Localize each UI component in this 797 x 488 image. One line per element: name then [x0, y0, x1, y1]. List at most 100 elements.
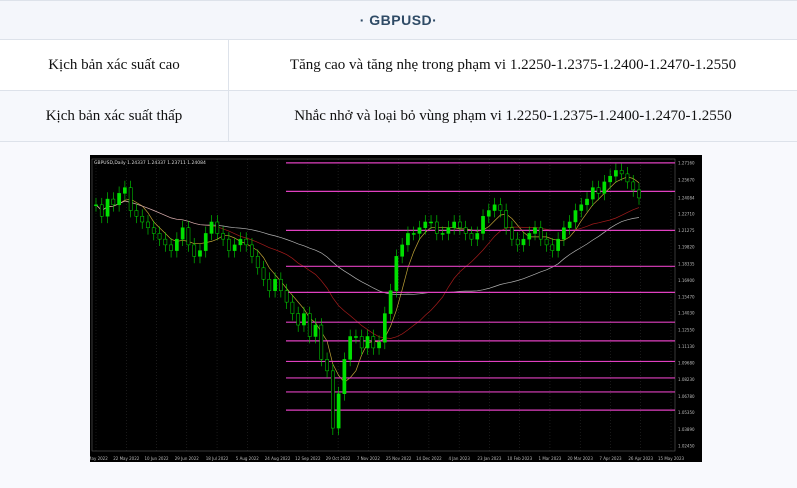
table-row: Kịch bản xác suất thấp Nhắc nhở và loại … [0, 90, 797, 142]
candle-body [163, 238, 168, 246]
candle-body [105, 198, 110, 217]
candle-body [631, 181, 636, 191]
page-title: · GBPUSD· [359, 12, 438, 28]
candle-body [567, 221, 572, 228]
candle-body [608, 175, 612, 183]
y-tick-label: 1.11130 [678, 344, 695, 349]
candle-body [215, 221, 220, 234]
candle-body [538, 227, 543, 240]
y-tick-label: 1.27160 [678, 160, 695, 165]
candle-body [394, 256, 399, 291]
chart-title: GBPUSD,Daily 1.24337 1.24337 1.23711 1.2… [94, 160, 206, 166]
candle-body [446, 227, 451, 234]
candle-body [498, 204, 503, 211]
candle-body [486, 210, 491, 217]
y-tick-label: 1.08230 [678, 377, 695, 382]
x-tick-label: 23 Jan 2023 [477, 456, 501, 461]
candle-body [203, 233, 208, 251]
candle-body [619, 170, 624, 175]
x-tick-label: 10 Jun 2022 [144, 456, 169, 461]
candle-body [261, 267, 266, 280]
candle-body [585, 198, 589, 206]
candle-body [330, 370, 335, 429]
candle-body [169, 244, 173, 251]
candle-body [238, 238, 243, 246]
scenario-text: Tăng cao và tăng nhẹ trong phạm vi 1.225… [228, 40, 797, 91]
x-tick-label: 1 Mar 2023 [539, 456, 562, 461]
candle-body [354, 336, 358, 338]
candle-body [388, 290, 393, 314]
candle-body [590, 187, 595, 200]
candle-body [521, 238, 526, 246]
x-tick-label: 15 May 2023 [658, 456, 685, 461]
candle-body [573, 210, 578, 223]
candle-body [99, 204, 104, 217]
chart-svg: 5 May 2022 22 May 2022 10 Jun 2022 29 Jun 2… [90, 158, 695, 461]
candle-body [192, 244, 197, 257]
candle-body [475, 233, 480, 240]
candle-body [463, 227, 468, 234]
y-tick-label: 1.02450 [678, 443, 695, 448]
candle-body [111, 198, 116, 206]
x-tick-label: 4 Jan 2023 [448, 456, 470, 461]
candle-body [434, 221, 439, 234]
price-chart: 5 May 2022 22 May 2022 10 Jun 2022 29 Jun 2… [90, 155, 702, 462]
candle-body [157, 233, 162, 240]
candle-body [614, 170, 618, 177]
candle-body [151, 227, 156, 234]
candle-body [382, 313, 387, 343]
candle-body [348, 336, 353, 360]
candle-body [128, 187, 133, 211]
x-tick-label: 10 Feb 2023 [507, 456, 532, 461]
candle-body [209, 221, 214, 234]
candle-body [250, 244, 254, 257]
candle-body [279, 278, 283, 291]
header-bar: · GBPUSD· [0, 0, 797, 40]
candle-body [602, 181, 607, 194]
x-tick-label: 18 Jul 2022 [206, 456, 229, 461]
x-tick-label: 7 Nov 2022 [357, 456, 381, 461]
x-tick-label: 20 Mar 2023 [568, 456, 594, 461]
x-tick-label: 5 May 2022 [90, 456, 108, 461]
candle-body [342, 359, 347, 394]
scenario-label: Kịch bản xác suất cao [0, 40, 229, 91]
candle-body [469, 233, 474, 240]
x-tick-label: 26 Apr 2023 [628, 456, 653, 461]
y-tick-label: 1.15470 [678, 294, 695, 299]
candle-body [625, 173, 630, 183]
x-tick-label: 25 Nov 2022 [386, 456, 412, 461]
candle-body [175, 238, 179, 251]
y-tick-label: 1.06780 [678, 394, 695, 399]
y-tick-label: 1.24084 [678, 196, 695, 201]
x-tick-label: 14 Dec 2022 [416, 456, 442, 461]
y-tick-label: 1.16900 [678, 278, 695, 283]
candle-body [562, 227, 566, 240]
x-tick-label: 5 Aug 2022 [236, 456, 260, 461]
candle-body [296, 313, 301, 326]
x-tick-label: 12 Sep 2022 [295, 456, 321, 461]
candle-body [232, 244, 237, 251]
candle-body [198, 250, 202, 257]
candle-body [325, 359, 329, 372]
candle-body [302, 313, 306, 326]
y-tick-label: 1.05350 [678, 410, 695, 415]
candle-body [458, 221, 462, 228]
y-tick-label: 1.09680 [678, 361, 695, 366]
y-tick-label: 1.25670 [678, 177, 695, 182]
candle-body [550, 244, 555, 251]
x-tick-label: 7 Apr 2023 [599, 456, 622, 461]
candle-body [307, 313, 312, 337]
moving-average-line [95, 200, 640, 339]
candle-body [140, 216, 145, 223]
candle-body [492, 204, 497, 211]
table-row: Kịch bản xác suất cao Tăng cao và tăng n… [0, 40, 797, 91]
candle-body [371, 336, 376, 349]
candle-body [423, 221, 428, 228]
scenario-table: Kịch bản xác suất cao Tăng cao và tăng n… [0, 40, 797, 142]
candle-body [429, 221, 433, 224]
y-tick-label: 1.03890 [678, 427, 695, 432]
candle-body [533, 227, 537, 234]
candle-body [440, 233, 445, 235]
candle-body [527, 233, 532, 240]
candle-body [94, 204, 98, 207]
